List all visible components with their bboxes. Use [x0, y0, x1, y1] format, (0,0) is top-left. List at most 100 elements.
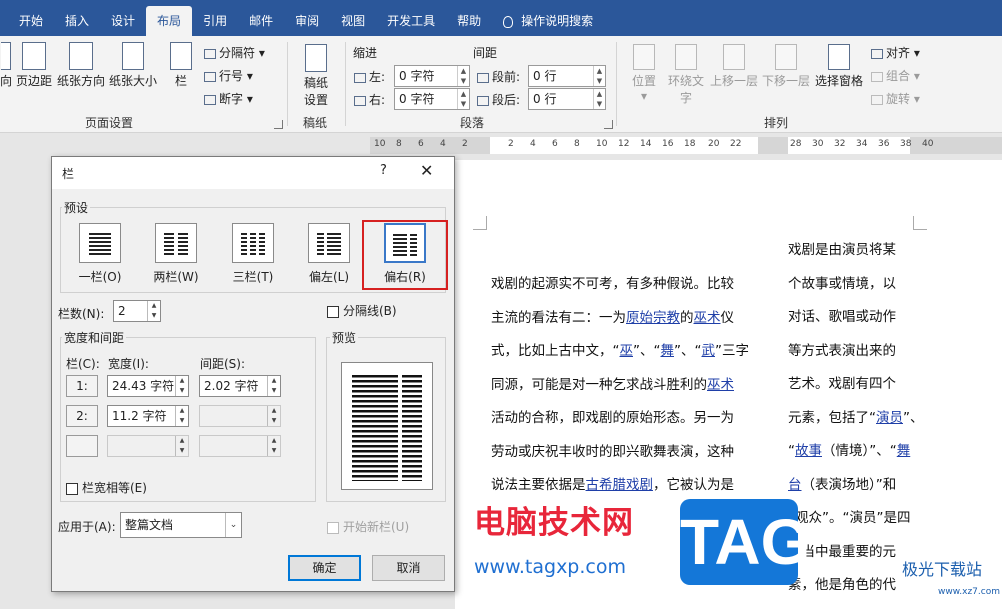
help-icon[interactable]: ? — [380, 163, 387, 178]
hyperlink[interactable]: 巫术 — [707, 377, 734, 393]
hyperlink[interactable]: 古希腊戏剧 — [586, 477, 654, 493]
spinner-icon[interactable]: ▲ ▼ — [267, 376, 280, 396]
size-button[interactable]: 纸张大小 — [107, 42, 159, 89]
send-backward-button[interactable]: 下移一层 — [760, 44, 812, 89]
orientation-button[interactable]: 纸张方向 — [56, 42, 106, 89]
hyperlink[interactable]: 舞 — [661, 343, 675, 359]
ruler-tick-label: 16 — [662, 139, 674, 149]
tab-view[interactable]: 视图 — [330, 6, 376, 36]
tab-mailings[interactable]: 邮件 — [238, 6, 284, 36]
tab-home[interactable]: 开始 — [8, 6, 54, 36]
preset-one-column[interactable] — [79, 223, 121, 263]
hyperlink[interactable]: 演员 — [876, 410, 903, 426]
page-setup-launcher-icon[interactable] — [274, 120, 283, 129]
preset-one-label[interactable]: 一栏(O) — [70, 268, 130, 285]
text-run: 式，比如上古中文，“ — [491, 343, 620, 359]
ruler-tick-label: 34 — [856, 139, 868, 149]
indent-right-icon — [354, 95, 366, 106]
num-columns-input[interactable]: 2 ▲ ▼ — [113, 300, 161, 322]
spinner-icon[interactable]: ▲ ▼ — [175, 376, 188, 396]
spinner-icon[interactable]: ▲ ▼ — [147, 301, 160, 321]
send-backward-icon — [775, 44, 797, 70]
columns-button[interactable]: 栏 — [168, 42, 194, 89]
group-button[interactable]: 组合 ▾ — [871, 67, 920, 84]
hyperlink[interactable]: 舞 — [897, 443, 911, 459]
hyperlink[interactable]: 原始宗教 — [626, 310, 680, 326]
position-button[interactable]: 位置 ▾ — [628, 44, 660, 103]
spinner-icon[interactable]: ▲ ▼ — [175, 406, 188, 426]
tab-design[interactable]: 设计 — [100, 6, 146, 36]
ruler-tick-label: 30 — [812, 139, 824, 149]
equal-width-checkbox[interactable]: 栏宽相等(E) — [66, 479, 147, 496]
col-2-width-input[interactable]: 11.2 字符 ▲ ▼ — [107, 405, 189, 427]
preset-left[interactable] — [308, 223, 350, 263]
chevron-down-icon[interactable]: ⌄ — [225, 513, 241, 537]
close-icon[interactable]: ✕ — [420, 161, 433, 180]
tab-insert[interactable]: 插入 — [54, 6, 100, 36]
align-button[interactable]: 对齐 ▾ — [871, 44, 920, 61]
spinner-icon[interactable]: ▲ ▼ — [593, 66, 605, 86]
spinner-icon[interactable]: ▲ ▼ — [457, 89, 469, 109]
preset-three-label[interactable]: 三栏(T) — [223, 268, 283, 285]
preset-right-label[interactable]: 偏右(R) — [375, 268, 435, 285]
doc-line: 同源，可能是对一种乞求战斗胜利的巫术 — [491, 369, 734, 403]
indent-left-label: 左: — [354, 68, 385, 85]
col-1-spacing-input[interactable]: 2.02 字符 ▲ ▼ — [199, 375, 281, 397]
preset-right[interactable] — [384, 223, 426, 263]
align-icon — [871, 48, 883, 59]
tell-me-search[interactable]: 操作说明搜索 — [492, 6, 604, 36]
ruler-tick-label: 38 — [900, 139, 912, 149]
hyperlink[interactable]: 故事 — [795, 443, 822, 459]
apply-to-select[interactable]: 整篇文档 ⌄ — [120, 512, 242, 538]
paragraph-launcher-icon[interactable] — [604, 120, 613, 129]
preview-title: 预览 — [330, 329, 359, 346]
selection-pane-button[interactable]: 选择窗格 — [813, 44, 865, 89]
text-direction-button[interactable]: 向 — [0, 42, 12, 89]
col-1-width-input[interactable]: 24.43 字符 ▲ ▼ — [107, 375, 189, 397]
spacing-after-input[interactable]: 0 行 ▲ ▼ — [528, 88, 606, 110]
doc-line: “故事（情境）”、“舞 — [788, 435, 910, 469]
dialog-titlebar: 栏 ? ✕ — [52, 157, 454, 189]
spinner-icon[interactable]: ▲ ▼ — [457, 66, 469, 86]
cancel-button[interactable]: 取消 — [372, 555, 445, 581]
spinner-icon[interactable]: ▲ ▼ — [593, 89, 605, 109]
horizontal-ruler[interactable]: 10 8 6 4 2 2 4 6 8 10 12 14 16 18 20 22 28 30 32 34 36 38 40 — [370, 137, 1002, 154]
margins-button[interactable]: 页边距 — [14, 42, 54, 89]
tab-layout[interactable]: 布局 — [146, 6, 193, 36]
hyphenation-button[interactable]: 断字 ▾ — [204, 90, 253, 107]
bring-forward-button[interactable]: 上移一层 — [708, 44, 760, 89]
line-numbers-button[interactable]: 行号 ▾ — [204, 67, 253, 84]
col-row-3-number — [66, 435, 98, 457]
tab-review[interactable]: 审阅 — [284, 6, 330, 36]
preset-two-label[interactable]: 两栏(W) — [146, 268, 206, 285]
text-run: ，它被认为是 — [653, 477, 734, 493]
breaks-button[interactable]: 分隔符 ▾ — [204, 44, 265, 61]
indent-left-input[interactable]: 0 字符 ▲ ▼ — [394, 65, 470, 87]
tab-help[interactable]: 帮助 — [446, 6, 492, 36]
preset-two-columns[interactable] — [155, 223, 197, 263]
margins-icon — [22, 42, 46, 70]
tab-developer[interactable]: 开发工具 — [376, 6, 446, 36]
rotate-button[interactable]: 旋转 ▾ — [871, 90, 920, 107]
preset-left-label[interactable]: 偏左(L) — [299, 268, 359, 285]
hyperlink[interactable]: 巫术 — [694, 310, 721, 326]
hyperlink[interactable]: 武 — [702, 343, 716, 359]
width-spacing-title: 宽度和间距 — [62, 329, 127, 346]
text-run: 艺术。戏剧有四个 — [788, 376, 896, 392]
ruler-tick-label: 14 — [640, 139, 652, 149]
wrap-text-button[interactable]: 环绕文字 — [664, 44, 708, 106]
spacing-before-input[interactable]: 0 行 ▲ ▼ — [528, 65, 606, 87]
text-run: 素，他是角色的代 — [788, 577, 896, 593]
manuscript-group-label: 稿纸 — [303, 116, 328, 130]
line-numbers-icon — [204, 71, 216, 82]
separator-checkbox[interactable]: 分隔线(B) — [327, 302, 397, 319]
ruler-tick-label: 6 — [552, 139, 558, 149]
arrange-group-label: 排列 — [764, 116, 789, 130]
hyperlink[interactable]: 台 — [788, 477, 802, 493]
indent-right-input[interactable]: 0 字符 ▲ ▼ — [394, 88, 470, 110]
preset-three-columns[interactable] — [232, 223, 274, 263]
manuscript-settings-button[interactable]: 稿纸 设置 — [296, 44, 336, 108]
hyperlink[interactable]: 巫 — [620, 343, 634, 359]
ok-button[interactable]: 确定 — [288, 555, 361, 581]
tab-references[interactable]: 引用 — [192, 6, 238, 36]
